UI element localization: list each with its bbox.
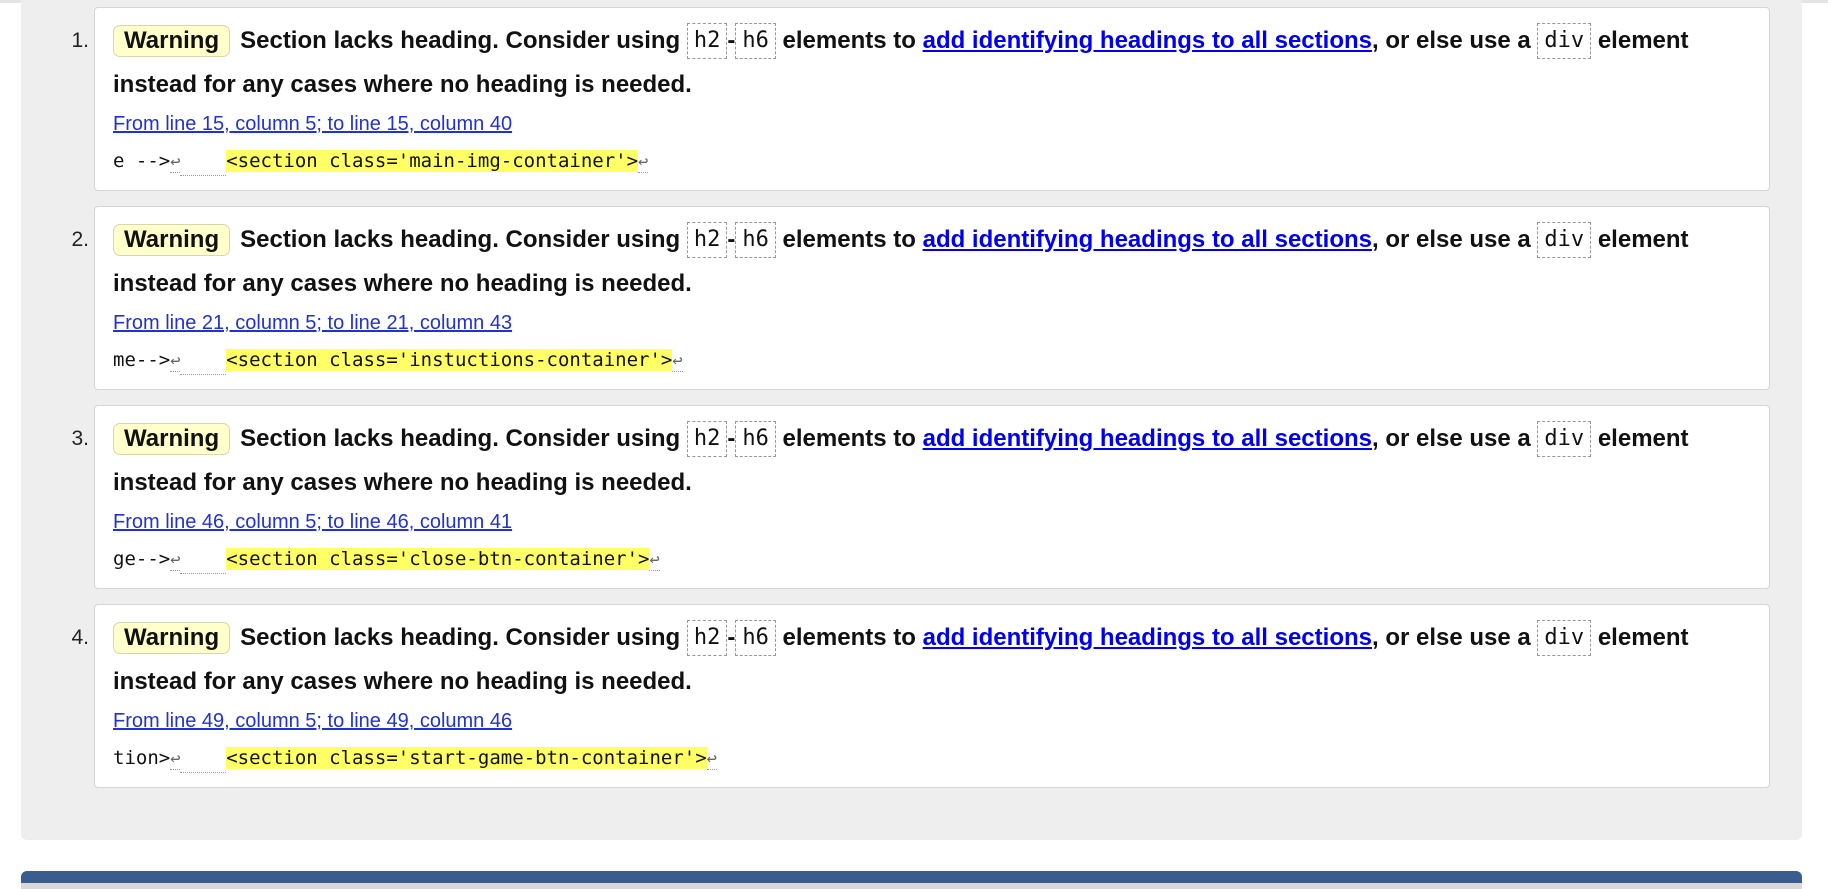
source-location-link[interactable]: From line 49, column 5; to line 49, colu… [113, 710, 512, 733]
source-extract: tion>↩ <section class='start-game-btn-co… [113, 744, 717, 773]
headings-help-link[interactable]: add identifying headings to all sections [923, 27, 1372, 54]
code-h2: h2 [686, 23, 728, 59]
code-h6: h6 [735, 620, 776, 656]
source-extract: ge-->↩ <section class='close-btn-contain… [113, 545, 660, 574]
code-h6: h6 [735, 421, 776, 457]
dash: - [727, 27, 736, 54]
warning-badge: Warning [113, 622, 231, 654]
validation-results-panel: 1. Warning Section lacks heading. Conside… [21, 0, 1802, 840]
headings-help-link[interactable]: add identifying headings to all sections [923, 425, 1372, 452]
extract-highlight: <section class='start-game-btn-container… [226, 747, 707, 769]
extract-whitespace [180, 346, 227, 375]
code-div: div [1537, 222, 1592, 258]
message-text-mid: elements to [775, 624, 923, 651]
line-feed-icon: ↩ [170, 550, 181, 571]
message-text: Warning Section lacks heading. Consider u… [113, 616, 1753, 704]
message-text: Warning Section lacks heading. Consider u… [113, 218, 1753, 306]
source-location-link[interactable]: From line 46, column 5; to line 46, colu… [113, 511, 512, 534]
message-text-before: Section lacks heading. Consider using [240, 425, 687, 452]
code-h2: h2 [686, 222, 728, 258]
source-location-link[interactable]: From line 15, column 5; to line 15, colu… [113, 113, 512, 136]
extract-whitespace [180, 744, 227, 773]
message-text-before: Section lacks heading. Consider using [240, 27, 687, 54]
message-text-after: , or else use a [1371, 425, 1538, 452]
code-div: div [1537, 421, 1592, 457]
message-item-4: 4. Warning Section lacks heading. Conside… [71, 604, 1770, 788]
line-feed-icon: ↩ [706, 749, 717, 770]
extract-highlight: <section class='instuctions-container'> [226, 349, 673, 371]
message-item-1: 1. Warning Section lacks heading. Conside… [71, 7, 1770, 191]
message-text-after: , or else use a [1371, 226, 1538, 253]
extract-highlight: <section class='close-btn-container'> [226, 548, 650, 570]
warning-badge: Warning [113, 423, 231, 455]
message-item-2: 2. Warning Section lacks heading. Conside… [71, 206, 1770, 390]
message-text-mid: elements to [775, 27, 923, 54]
dash: - [727, 425, 736, 452]
line-feed-icon: ↩ [170, 152, 181, 173]
message-number: 3. [71, 427, 89, 450]
warning-badge: Warning [113, 25, 231, 57]
message-text-before: Section lacks heading. Consider using [240, 624, 687, 651]
message-item-3: 3. Warning Section lacks heading. Conside… [71, 405, 1770, 589]
code-h2: h2 [686, 620, 728, 656]
extract-whitespace [180, 545, 227, 574]
footer-bar [21, 871, 1802, 889]
headings-help-link[interactable]: add identifying headings to all sections [923, 226, 1372, 253]
source-location-link[interactable]: From line 21, column 5; to line 21, colu… [113, 312, 512, 335]
dash: - [727, 226, 736, 253]
message-text-after: , or else use a [1371, 27, 1538, 54]
code-h2: h2 [686, 421, 728, 457]
message-text-after: , or else use a [1371, 624, 1538, 651]
line-feed-icon: ↩ [649, 550, 660, 571]
message-text: Warning Section lacks heading. Consider u… [113, 19, 1753, 107]
line-feed-icon: ↩ [672, 351, 683, 372]
message-number: 1. [71, 29, 89, 52]
message-text-mid: elements to [775, 425, 923, 452]
message-text-before: Section lacks heading. Consider using [240, 226, 687, 253]
extract-prefix: tion> [113, 747, 171, 769]
message-text: Warning Section lacks heading. Consider u… [113, 417, 1753, 505]
code-h6: h6 [735, 222, 776, 258]
code-h6: h6 [735, 23, 776, 59]
extract-prefix: e --> [113, 150, 171, 172]
line-feed-icon: ↩ [170, 749, 181, 770]
line-feed-icon: ↩ [170, 351, 181, 372]
extract-prefix: ge--> [113, 548, 171, 570]
extract-whitespace [180, 147, 227, 176]
source-extract: e -->↩ <section class='main-img-containe… [113, 147, 649, 176]
message-text-mid: elements to [775, 226, 923, 253]
code-div: div [1537, 620, 1592, 656]
code-div: div [1537, 23, 1592, 59]
source-extract: me-->↩ <section class='instuctions-conta… [113, 346, 683, 375]
message-number: 4. [71, 626, 89, 649]
headings-help-link[interactable]: add identifying headings to all sections [923, 624, 1372, 651]
line-feed-icon: ↩ [638, 152, 649, 173]
dash: - [727, 624, 736, 651]
extract-prefix: me--> [113, 349, 171, 371]
extract-highlight: <section class='main-img-container'> [226, 150, 639, 172]
warning-badge: Warning [113, 224, 231, 256]
message-number: 2. [71, 228, 89, 251]
